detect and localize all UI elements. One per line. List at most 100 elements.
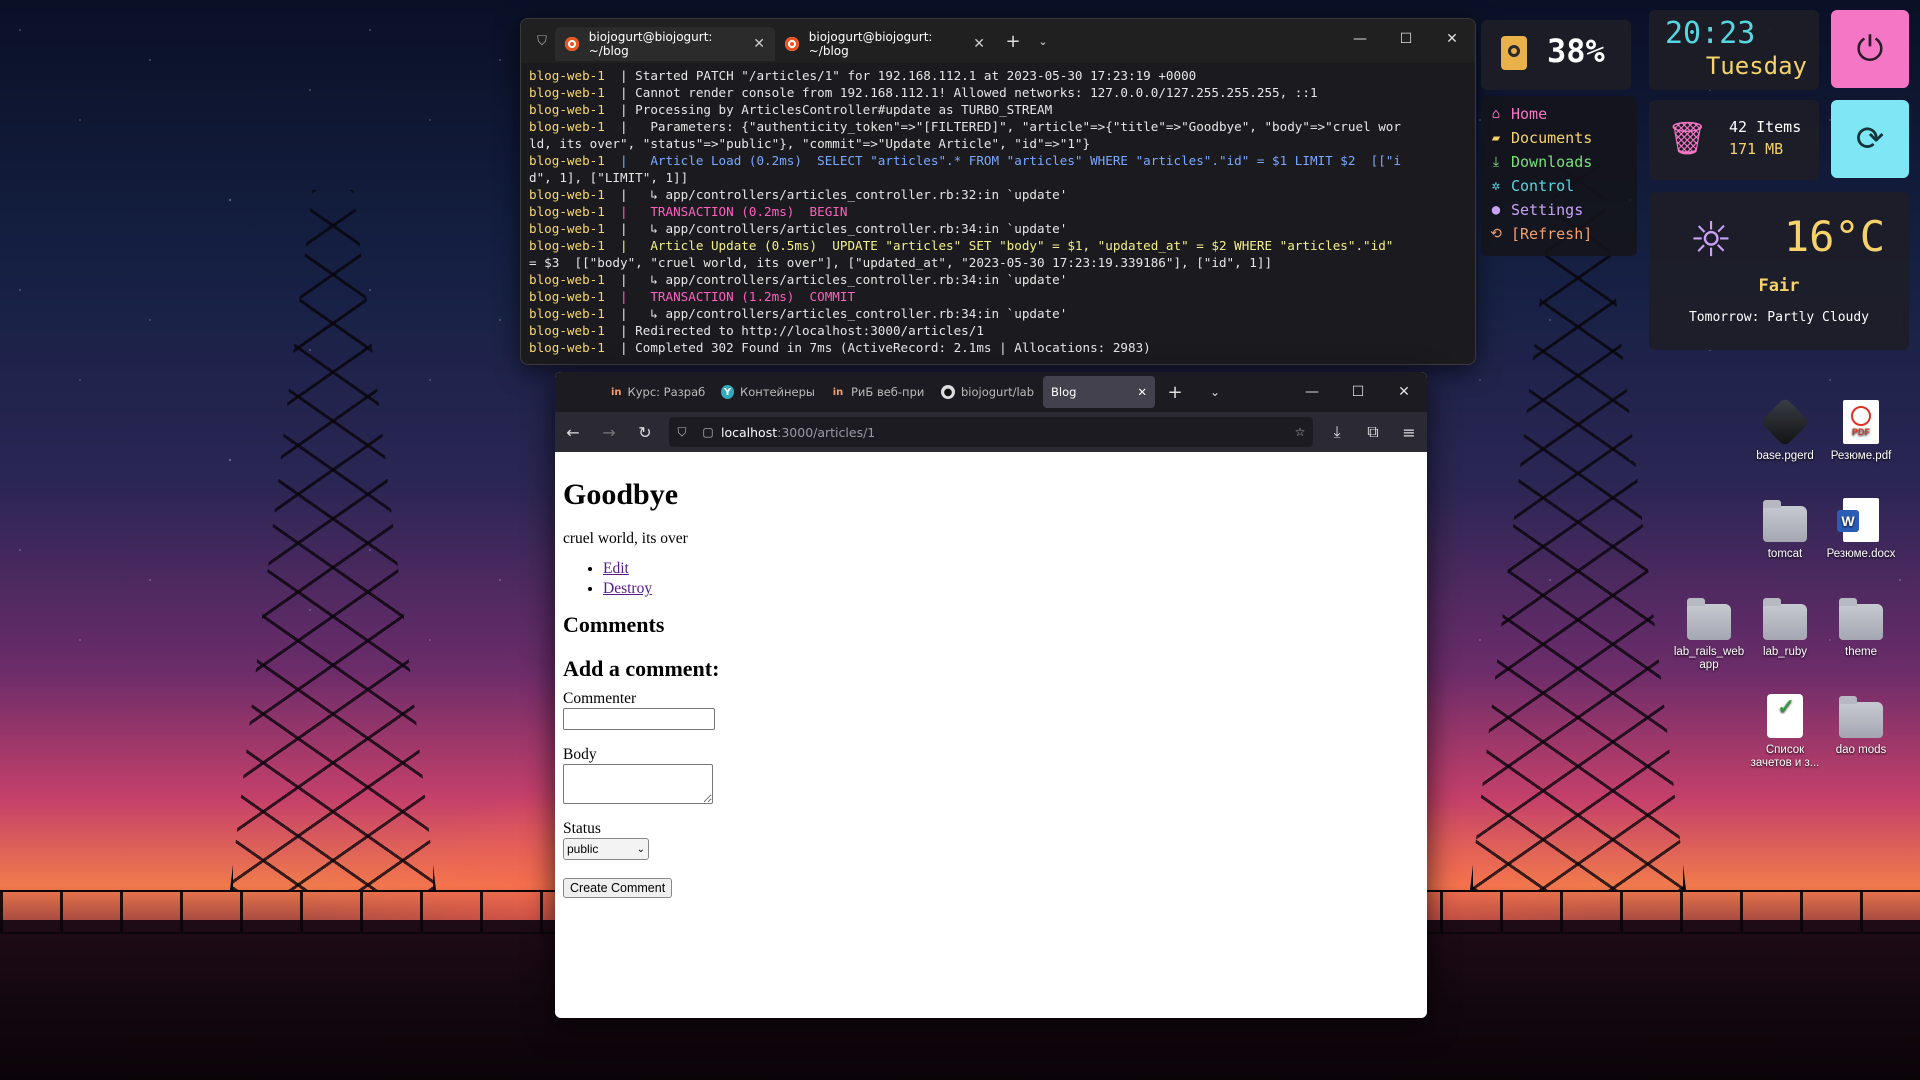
close-icon[interactable]: ✕ <box>973 36 985 52</box>
sun-cloud-icon: ☼ <box>1689 212 1733 268</box>
browser-tab[interactable]: in Курс: Разраб <box>603 376 713 408</box>
browser-tab[interactable]: ● biojogurt/lab <box>933 376 1043 408</box>
desktop-icon[interactable]: base.pgerd <box>1744 397 1826 463</box>
clock-widget: 20:23 Tuesday <box>1649 10 1819 90</box>
refresh-button[interactable]: ⟳ <box>1831 100 1909 178</box>
terminal-line: blog-web-1 | Parameters: {"authenticity_… <box>529 118 1467 135</box>
menu-item-label: Control <box>1511 177 1575 195</box>
new-tab-button[interactable]: + <box>1155 382 1195 403</box>
refresh-icon: ⟳ <box>1855 119 1885 159</box>
browser-tab[interactable]: Y Контейнеры <box>713 376 823 408</box>
shield-icon[interactable]: ⛉ <box>669 425 695 440</box>
terminal-tab-2[interactable]: biojogurt@biojogurt: ~/blog ✕ <box>775 27 995 61</box>
battery-percent: 38% <box>1547 32 1605 70</box>
back-arrow-icon[interactable]: ← <box>555 423 591 442</box>
menu-item-downloads[interactable]: ⤓ Downloads <box>1481 150 1637 174</box>
maximize-button[interactable]: ☐ <box>1383 19 1429 63</box>
minimize-button[interactable]: — <box>1289 372 1335 412</box>
folder-icon <box>1763 598 1807 640</box>
close-icon[interactable]: ✕ <box>1137 385 1147 399</box>
desktop-icon[interactable]: lab_ruby <box>1744 596 1826 659</box>
browser-tab[interactable]: in РиБ веб-при <box>823 376 933 408</box>
commenter-input[interactable] <box>563 708 715 730</box>
desktop-icon[interactable]: Список зачетов и з... <box>1744 694 1826 770</box>
menu-icon[interactable]: ≡ <box>1391 423 1427 442</box>
menu-item-label: Documents <box>1511 129 1593 147</box>
browser-tab-title: Курс: Разраб <box>627 385 706 399</box>
new-tab-button[interactable]: + <box>995 31 1031 52</box>
menu-item-home[interactable]: ⌂ Home <box>1481 102 1637 126</box>
menu-item-settings[interactable]: ● Settings <box>1481 198 1637 222</box>
terminal-tab-1[interactable]: biojogurt@biojogurt: ~/blog ✕ <box>555 27 775 61</box>
desktop-icon[interactable]: Резюме.pdf <box>1820 400 1902 463</box>
desktop-icon[interactable]: dao mods <box>1820 694 1902 757</box>
terminal-line: ld, its over", "status"=>"public"}, "com… <box>529 135 1467 152</box>
close-button[interactable]: ✕ <box>1429 19 1475 63</box>
menu-item-documents[interactable]: ▰ Documents <box>1481 126 1637 150</box>
forward-arrow-icon[interactable]: → <box>591 423 627 442</box>
terminal-line-text: | Started PATCH "/articles/1" for 192.16… <box>604 68 1197 83</box>
terminal-tab-title: biojogurt@biojogurt: ~/blog <box>808 30 933 58</box>
edit-link[interactable]: Edit <box>603 560 629 577</box>
desktop-icon[interactable]: theme <box>1820 596 1902 659</box>
folder-icon <box>1687 598 1731 640</box>
browser-window[interactable]: in Курс: Разраб Y Контейнеры in РиБ веб-… <box>555 372 1427 1018</box>
extensions-icon[interactable]: ⧉ <box>1355 422 1391 442</box>
comments-heading: Comments <box>563 612 665 637</box>
power-button[interactable]: ⏻ <box>1831 10 1909 88</box>
terminal-line-text: | Completed 302 Found in 7ms (ActiveReco… <box>604 340 1151 355</box>
terminal-line-prefix: blog-web-1 <box>529 153 605 168</box>
minimize-button[interactable]: — <box>1337 19 1383 63</box>
folder-icon: ▰ <box>1491 130 1501 146</box>
status-select[interactable]: public ⌄ <box>563 838 649 860</box>
destroy-link[interactable]: Destroy <box>603 580 652 597</box>
refresh-icon: ⟲ <box>1490 226 1502 242</box>
chevron-down-icon[interactable]: ⌄ <box>1031 35 1055 48</box>
desktop-icon[interactable]: Резюме.docx <box>1820 498 1902 561</box>
browser-tabbar[interactable]: in Курс: Разраб Y Контейнеры in РиБ веб-… <box>555 372 1427 412</box>
url-path: :3000/articles/1 <box>777 424 876 440</box>
menu-item-label: Settings <box>1511 201 1584 219</box>
close-icon[interactable]: ✕ <box>753 36 765 52</box>
trash-size: 171 MB <box>1729 140 1784 158</box>
page-icon[interactable]: ▢ <box>695 425 721 439</box>
weather-widget: ☼ 16°C Fair Tomorrow: Partly Cloudy <box>1649 192 1909 350</box>
menu-item-refresh[interactable]: ⟲ [Refresh] <box>1481 222 1637 246</box>
terminal-line: = $3 [["body", "cruel world, its over"],… <box>529 254 1467 271</box>
star-icon[interactable]: ☆ <box>1287 425 1313 439</box>
desktop-icon-label: Резюме.docx <box>1826 548 1896 560</box>
desktop-icon[interactable]: lab_rails_web app <box>1668 596 1750 672</box>
browser-tab-active[interactable]: Blog ✕ <box>1043 376 1155 408</box>
terminal-line-text: | TRANSACTION (0.2ms) BEGIN <box>604 204 848 219</box>
terminal-line: blog-web-1 | Article Update (0.5ms) UPDA… <box>529 237 1467 254</box>
body-textarea[interactable] <box>563 764 713 804</box>
terminal-titlebar[interactable]: ⛉ biojogurt@biojogurt: ~/blog ✕ biojogur… <box>521 19 1475 63</box>
terminal-line: blog-web-1 | Processing by ArticlesContr… <box>529 101 1467 118</box>
close-button[interactable]: ✕ <box>1381 372 1427 412</box>
terminal-window[interactable]: ⛉ biojogurt@biojogurt: ~/blog ✕ biojogur… <box>520 18 1476 365</box>
home-icon: ⌂ <box>1491 106 1501 122</box>
habr-icon: in <box>611 386 622 398</box>
pdf-icon <box>1843 400 1879 444</box>
power-icon: ⏻ <box>1856 29 1884 69</box>
download-icon[interactable]: ⤓ <box>1319 422 1355 442</box>
desktop-icon[interactable]: tomcat <box>1744 498 1826 561</box>
terminal-line: blog-web-1 | TRANSACTION (0.2ms) BEGIN <box>529 203 1467 220</box>
desktop-icon-label: Резюме.pdf <box>1830 450 1892 462</box>
shield-icon[interactable]: ⛉ <box>529 34 555 49</box>
terminal-line-text: | Cannot render console from 192.168.112… <box>604 85 1318 100</box>
trash-widget[interactable]: 🗑 42 Items 171 MB <box>1649 100 1819 180</box>
terminal-line-prefix: blog-web-1 <box>529 340 605 355</box>
maximize-button[interactable]: ☐ <box>1335 372 1381 412</box>
terminal-line-prefix: blog-web-1 <box>529 272 605 287</box>
terminal-line-text: | Parameters: {"authenticity_token"=>"[F… <box>604 119 1401 134</box>
create-comment-button[interactable]: Create Comment <box>563 878 673 898</box>
menu-item-control[interactable]: ✲ Control <box>1481 174 1637 198</box>
add-comment-heading: Add a comment: <box>563 656 720 681</box>
status-selected-value: public <box>567 842 599 856</box>
reload-icon[interactable]: ↻ <box>627 423 663 442</box>
terminal-output[interactable]: blog-web-1 | Started PATCH "/articles/1"… <box>521 63 1475 360</box>
chevron-down-icon[interactable]: ⌄ <box>1195 385 1235 399</box>
browser-tab-title: biojogurt/lab <box>961 385 1035 399</box>
address-bar[interactable]: ⛉ ▢ localhost:3000/articles/1 ☆ <box>669 417 1313 447</box>
